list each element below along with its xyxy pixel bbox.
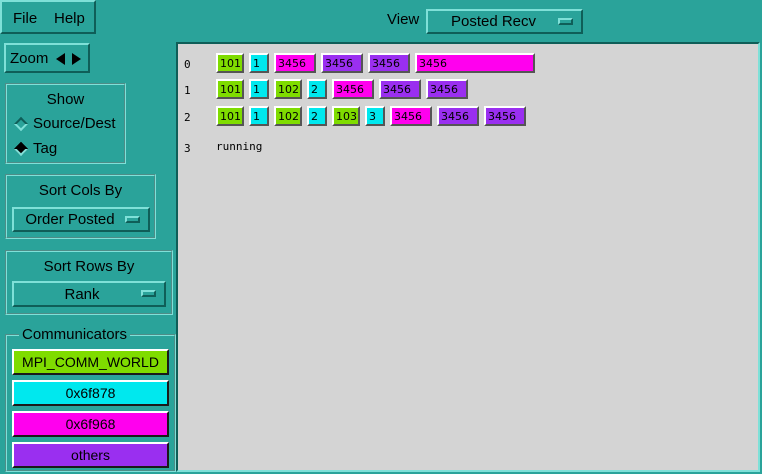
menu-bar: File Help	[0, 0, 96, 34]
view-value: Posted Recv	[450, 13, 537, 30]
view-label: View	[387, 11, 420, 28]
message-cell[interactable]: 1	[249, 53, 269, 73]
message-cell[interactable]: 102	[274, 106, 302, 126]
communicator-mpi-comm-world[interactable]: MPI_COMM_WORLD	[12, 349, 169, 375]
communicators-panel: Communicators MPI_COMM_WORLD 0x6f878 0x6…	[5, 326, 176, 472]
sort-cols-panel: Sort Cols By Order Posted	[5, 174, 156, 239]
message-cell[interactable]: 1	[249, 79, 269, 99]
radio-tag[interactable]	[13, 141, 29, 157]
option-menu-indicator-icon	[558, 17, 573, 25]
message-cell[interactable]: 2	[307, 79, 327, 99]
zoom-in-arrow-icon[interactable]	[72, 53, 81, 65]
zoom-out-arrow-icon[interactable]	[56, 53, 65, 65]
communicator-label: others	[71, 447, 110, 463]
message-cell[interactable]: 103	[332, 106, 360, 126]
communicators-title: Communicators	[19, 326, 131, 343]
message-cell[interactable]: 3456	[484, 106, 526, 126]
menu-help[interactable]: Help	[54, 10, 85, 27]
message-cell[interactable]: 101	[216, 106, 244, 126]
communicator-0x6f878[interactable]: 0x6f878	[12, 380, 169, 406]
zoom-label: Zoom	[10, 50, 49, 67]
communicator-0x6f968[interactable]: 0x6f968	[12, 411, 169, 437]
communicator-label: 0x6f878	[65, 385, 116, 401]
option-menu-indicator-icon	[141, 290, 156, 297]
message-cell[interactable]: 1	[249, 106, 269, 126]
message-cell[interactable]: 101	[216, 53, 244, 73]
row-status: running	[216, 140, 263, 153]
message-cell[interactable]: 3456	[332, 79, 374, 99]
row-label: 2	[184, 111, 191, 124]
show-title: Show	[46, 91, 85, 108]
radio-source-dest[interactable]	[13, 116, 29, 132]
message-cell[interactable]: 3456	[426, 79, 468, 99]
row-label: 0	[184, 58, 191, 71]
message-cell[interactable]: 3	[365, 106, 385, 126]
message-cell[interactable]: 3456	[437, 106, 479, 126]
communicator-label: MPI_COMM_WORLD	[22, 354, 159, 370]
radio-tag-label: Tag	[33, 140, 58, 157]
sort-rows-panel: Sort Rows By Rank	[5, 250, 173, 315]
view-option-menu[interactable]: Posted Recv	[426, 9, 583, 34]
communicator-label: 0x6f968	[65, 416, 116, 432]
message-cell[interactable]: 3456	[368, 53, 410, 73]
message-cell[interactable]: 3456	[390, 106, 432, 126]
sort-cols-title: Sort Cols By	[38, 182, 123, 199]
row-label: 3	[184, 142, 191, 155]
message-cell[interactable]: 102	[274, 79, 302, 99]
sort-cols-option-menu[interactable]: Order Posted	[12, 207, 150, 232]
message-cell[interactable]: 3456	[379, 79, 421, 99]
message-cell[interactable]: 101	[216, 79, 244, 99]
message-queue-canvas[interactable]: 0 101 1 3456 3456 3456 3456 1 101 1 102 2 3456 3456 34…	[176, 42, 760, 472]
sort-rows-value: Rank	[64, 285, 100, 303]
menu-file[interactable]: File	[13, 10, 37, 27]
message-cell[interactable]: 2	[307, 106, 327, 126]
message-cell[interactable]: 3456	[274, 53, 316, 73]
option-menu-indicator-icon	[125, 215, 140, 223]
sort-rows-option-menu[interactable]: Rank	[12, 281, 166, 307]
communicator-others[interactable]: others	[12, 442, 169, 468]
message-cell[interactable]: 3456	[321, 53, 363, 73]
show-panel: Show Source/Dest Tag	[5, 83, 126, 164]
sort-rows-title: Sort Rows By	[43, 258, 135, 275]
radio-source-dest-label: Source/Dest	[33, 115, 116, 132]
zoom-control: Zoom	[4, 43, 90, 73]
row-label: 1	[184, 84, 191, 97]
message-cell[interactable]: 3456	[415, 53, 535, 73]
sort-cols-value: Order Posted	[25, 211, 115, 228]
